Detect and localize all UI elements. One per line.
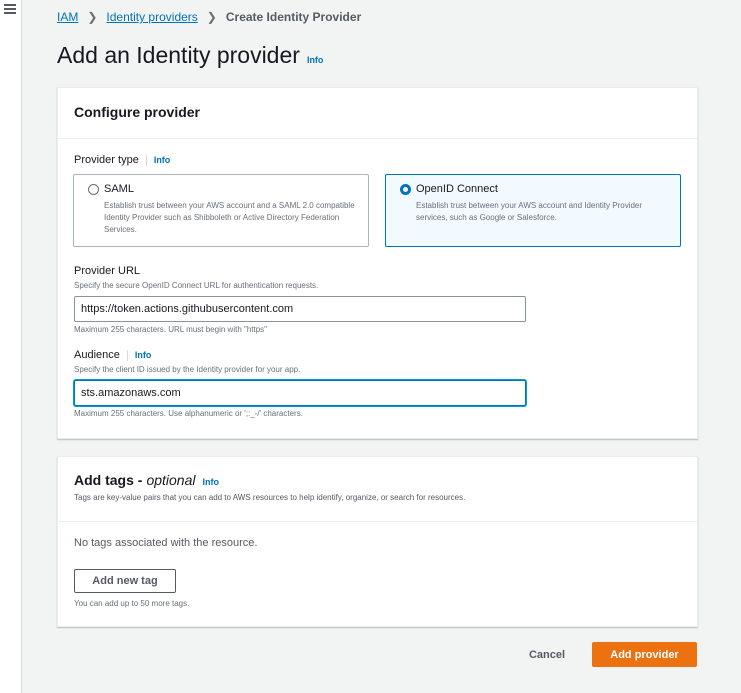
chevron-right-icon: ❯ <box>87 10 98 24</box>
provider-option-saml[interactable]: SAML Establish trust between your AWS ac… <box>73 174 369 247</box>
no-tags-text: No tags associated with the resource. <box>74 537 258 549</box>
tags-limit-text: You can add up to 50 more tags. <box>74 599 190 608</box>
provider-type-label: Provider type <box>74 154 139 166</box>
add-tags-info-link[interactable]: Info <box>203 477 220 487</box>
audience-constraint: Maximum 255 characters. Use alphanumeric… <box>74 409 303 418</box>
label-divider <box>145 154 147 166</box>
provider-url-description: Specify the secure OpenID Connect URL fo… <box>74 281 319 290</box>
radio-icon[interactable] <box>400 184 411 195</box>
add-tags-panel: Add tags - optional Info Tags are key-va… <box>57 456 698 627</box>
audience-info-link[interactable]: Info <box>135 350 152 360</box>
add-tags-description: Tags are key-value pairs that you can ad… <box>74 493 466 502</box>
configure-provider-panel: Configure provider Provider type Info SA… <box>57 87 698 439</box>
page-info-link[interactable]: Info <box>307 55 324 65</box>
provider-option-openid-description: Establish trust between your AWS account… <box>416 201 643 222</box>
label-divider <box>126 349 128 361</box>
provider-url-input[interactable]: https://token.actions.githubusercontent.… <box>74 296 526 322</box>
provider-type-info-link[interactable]: Info <box>154 155 171 165</box>
add-provider-button[interactable]: Add provider <box>592 642 697 667</box>
add-tags-optional: optional <box>146 472 196 488</box>
configure-provider-title: Configure provider <box>74 104 201 120</box>
page-header: Add an Identity provider Info <box>57 42 323 69</box>
side-navigation-rail <box>0 0 22 693</box>
add-tags-header: Add tags - optional Info Tags are key-va… <box>58 457 697 522</box>
provider-url-field: Provider URL Specify the secure OpenID C… <box>74 265 526 334</box>
page-title: Add an Identity provider <box>57 42 300 68</box>
provider-url-label: Provider URL <box>74 265 141 277</box>
breadcrumb-identity-providers[interactable]: Identity providers <box>106 10 197 24</box>
breadcrumb-current: Create Identity Provider <box>225 10 362 24</box>
audience-description: Specify the client ID issued by the Iden… <box>74 365 301 374</box>
audience-label: Audience <box>74 349 120 361</box>
provider-option-openid-label: OpenID Connect <box>416 183 498 195</box>
provider-option-saml-description: Establish trust between your AWS account… <box>104 201 355 234</box>
cancel-button[interactable]: Cancel <box>518 643 576 667</box>
provider-option-saml-label: SAML <box>104 183 134 195</box>
provider-option-openid-connect[interactable]: OpenID Connect Establish trust between y… <box>385 174 681 247</box>
add-new-tag-button[interactable]: Add new tag <box>74 569 176 593</box>
breadcrumb-iam[interactable]: IAM <box>57 10 78 24</box>
add-tags-title: Add tags - <box>74 472 143 488</box>
audience-input[interactable]: sts.amazonaws.com <box>74 380 526 406</box>
chevron-right-icon: ❯ <box>206 10 217 24</box>
radio-icon[interactable] <box>88 184 99 195</box>
configure-provider-header: Configure provider <box>58 88 697 139</box>
provider-url-constraint: Maximum 255 characters. URL must begin w… <box>74 325 268 334</box>
breadcrumb: IAM ❯ Identity providers ❯ Create Identi… <box>57 10 361 24</box>
audience-field: Audience Info Specify the client ID issu… <box>74 349 526 418</box>
provider-type-label-row: Provider type Info <box>74 154 170 166</box>
menu-icon[interactable] <box>4 4 16 14</box>
